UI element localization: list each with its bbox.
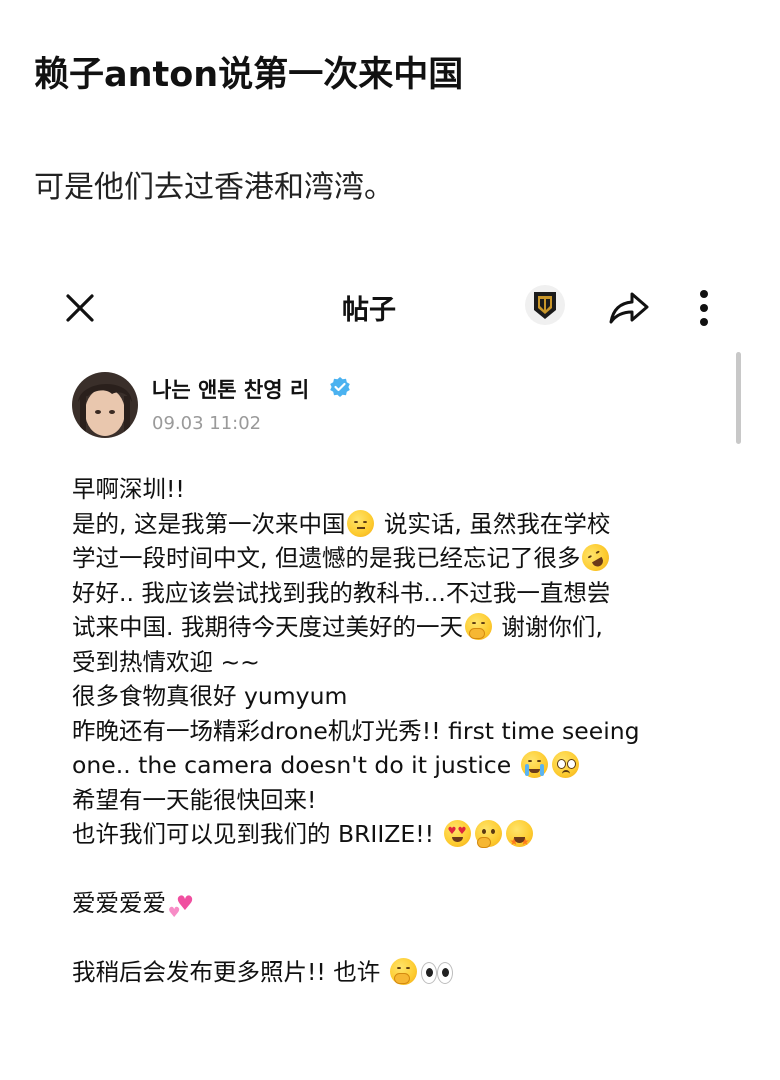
post-line: 学过一段时间中文, 但遗憾的是我已经忘记了很多	[72, 539, 742, 576]
post-text: one.. the camera doesn't do it justice	[72, 751, 519, 779]
post-line: 是的, 这是我第一次来中国 说实话, 虽然我在学校	[72, 507, 742, 542]
post-text: 说实话, 虽然我在学校	[376, 509, 611, 538]
post-body: 早啊深圳!! 是的, 这是我第一次来中国 说实话, 虽然我在学校 学过一段时间中…	[72, 472, 742, 990]
post-text: 我稍后会发布更多照片!! 也许	[72, 958, 388, 986]
post-text: 谢谢你们,	[493, 613, 603, 641]
post-text: 是的, 这是我第一次来中国	[72, 509, 346, 538]
post-line: 爱爱爱爱 ♥ ♥	[72, 886, 742, 921]
crying-face-icon	[520, 751, 548, 778]
rofl-face-icon	[577, 539, 615, 576]
app-badge-icon[interactable]	[524, 284, 566, 326]
post-text: 爱爱爱爱	[72, 889, 166, 917]
pleading-face-icon	[551, 751, 579, 778]
author-name[interactable]: 나는 앤톤 찬영 리	[152, 374, 309, 404]
post-text: 试来中国. 我期待今天度过美好的一天	[72, 613, 463, 641]
scrollbar[interactable]	[736, 352, 741, 444]
post-text: 学过一段时间中文, 但遗憾的是我已经忘记了很多	[72, 544, 581, 572]
post-line: one.. the camera doesn't do it justice	[72, 748, 742, 783]
post-line: 也许我们可以见到我们的 BRIIZE!! ♥ ♥ ★ ★	[72, 817, 742, 852]
post-line: 希望有一天能很快回来!	[72, 785, 317, 814]
pensive-face-icon	[347, 509, 375, 537]
two-hearts-icon: ♥ ♥	[168, 891, 194, 921]
post-line: 我稍后会发布更多照片!! 也许	[72, 955, 742, 990]
close-icon[interactable]	[60, 288, 100, 328]
more-vertical-icon[interactable]	[694, 286, 714, 330]
thinking-face-icon	[474, 820, 502, 848]
avatar[interactable]	[72, 372, 138, 438]
post-topbar: 帖子	[32, 262, 752, 350]
post-timestamp: 09.03 11:02	[152, 413, 262, 434]
post-line: 昨晚还有一场精彩drone机灯光秀!! first time seeing	[72, 716, 640, 745]
verified-icon	[329, 376, 351, 398]
star-struck-face-icon: ★ ★	[505, 820, 533, 848]
post-line: 很多食物真很好 yumyum	[72, 682, 348, 710]
post-line: 受到热情欢迎 ~~	[72, 647, 260, 676]
article-title: 赖子anton说第一次来中国	[34, 55, 464, 95]
eyes-icon	[420, 960, 455, 984]
share-icon[interactable]	[606, 286, 652, 328]
embedded-post-screenshot: 帖子 나는 앤톤 찬영 리 09.03 11:02 早啊深圳!! 是的, 这是我…	[32, 262, 752, 1062]
hand-over-mouth-face-icon	[464, 613, 492, 640]
post-line: 好好.. 我应该尝试找到我的教科书...不过我一直想尝	[72, 578, 611, 607]
post-text: 也许我们可以见到我们的 BRIIZE!!	[72, 820, 442, 848]
heart-eyes-face-icon: ♥ ♥	[443, 820, 471, 847]
article-subtitle: 可是他们去过香港和湾湾。	[34, 170, 394, 205]
topbar-title: 帖子	[342, 295, 396, 326]
hand-over-mouth-face-icon	[389, 958, 417, 985]
post-line: 试来中国. 我期待今天度过美好的一天 谢谢你们,	[72, 610, 742, 645]
post-line: 早啊深圳!!	[72, 475, 185, 503]
